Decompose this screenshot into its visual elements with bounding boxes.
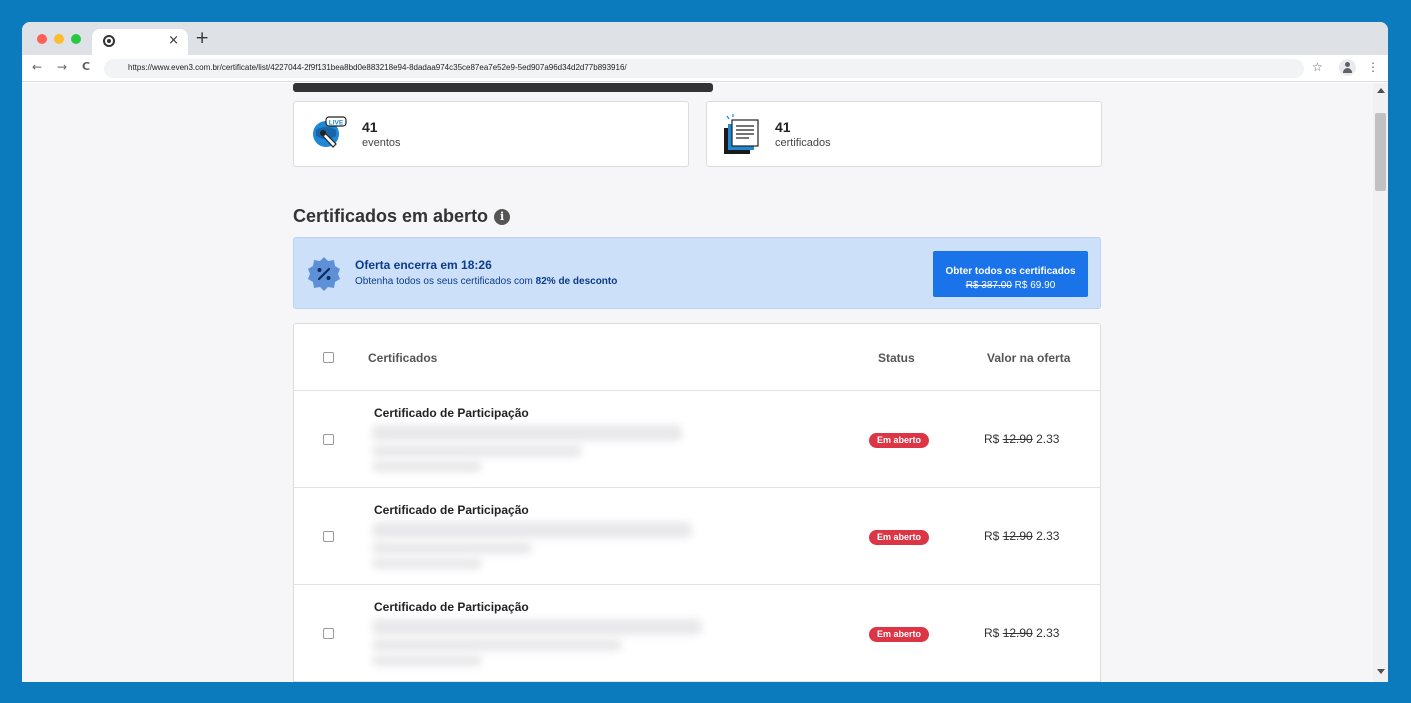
header-certificates: Certificados	[368, 351, 438, 365]
certificates-stat-card: 41 certificados	[706, 101, 1102, 167]
row-checkbox[interactable]	[323, 628, 334, 639]
price-currency: R$	[984, 626, 1000, 640]
new-price: 2.33	[1036, 529, 1060, 543]
redacted-text	[372, 619, 702, 635]
tab-strip: × +	[22, 22, 1388, 55]
offer-banner: Oferta encerra em 18:26 Obtenha todos os…	[293, 237, 1101, 309]
events-label: eventos	[362, 137, 401, 149]
price-currency: R$	[984, 432, 1000, 446]
cut-off-heading	[293, 83, 713, 92]
discount-badge-icon	[308, 257, 340, 291]
cta-label: Obter todos os certificados	[945, 266, 1076, 277]
reload-button[interactable]: C	[82, 60, 90, 73]
old-price: 12.90	[1002, 529, 1033, 543]
offer-price: R$ 12.90 2.33	[984, 626, 1059, 640]
status-badge: Em aberto	[869, 433, 929, 448]
cta-price: R$ 387.00 R$ 69.90	[933, 280, 1088, 291]
new-price: 2.33	[1036, 626, 1060, 640]
offer-subtitle-prefix: Obtenha todos os seus certificados com	[355, 276, 536, 287]
bookmark-star-icon[interactable]: ☆	[1312, 60, 1323, 74]
cta-new-price: R$ 69.90	[1014, 280, 1056, 291]
certificates-table: Certificados Status Valor na oferta Cert…	[293, 323, 1101, 682]
table-row[interactable]: Certificado de Participação Em aberto R$…	[294, 391, 1100, 488]
browser-tab[interactable]: ×	[92, 29, 188, 55]
new-tab-button[interactable]: +	[195, 28, 209, 48]
table-header: Certificados Status Valor na oferta	[294, 324, 1100, 391]
url-text: https://www.even3.com.br/certificate/lis…	[128, 63, 627, 72]
info-icon[interactable]: i	[494, 208, 511, 225]
table-row[interactable]: Certificado de Participação Em aberto R$…	[294, 488, 1100, 585]
offer-subtitle: Obtenha todos os seus certificados com 8…	[355, 276, 617, 287]
events-count: 41	[362, 119, 378, 135]
section-title-text: Certificados em aberto	[293, 206, 489, 226]
redacted-text	[372, 445, 582, 457]
favicon-icon	[103, 35, 115, 47]
back-button[interactable]: ←	[32, 60, 42, 74]
redacted-text	[372, 461, 482, 472]
vertical-scrollbar[interactable]	[1373, 83, 1388, 682]
address-bar[interactable]: https://www.even3.com.br/certificate/lis…	[104, 59, 1304, 78]
redacted-text	[372, 639, 622, 651]
offer-title: Oferta encerra em 18:26	[355, 258, 492, 272]
redacted-text	[372, 425, 682, 441]
certificate-title: Certificado de Participação	[374, 406, 529, 420]
certificate-title: Certificado de Participação	[374, 503, 529, 517]
certificates-count: 41	[775, 119, 791, 135]
offer-price: R$ 12.90 2.33	[984, 529, 1059, 543]
certificates-label: certificados	[775, 137, 831, 149]
browser-menu-icon[interactable]: ⋮	[1367, 60, 1379, 74]
maximize-window-button[interactable]	[71, 34, 81, 44]
redacted-text	[372, 542, 532, 554]
redacted-text	[372, 522, 692, 538]
redacted-text	[372, 655, 482, 666]
scroll-up-arrow-icon[interactable]	[1377, 88, 1385, 93]
header-value: Valor na oferta	[987, 351, 1071, 365]
minimize-window-button[interactable]	[54, 34, 64, 44]
close-window-button[interactable]	[37, 34, 47, 44]
old-price: 12.90	[1002, 626, 1033, 640]
profile-avatar-icon[interactable]	[1339, 59, 1356, 76]
document-stack-icon	[724, 114, 759, 154]
live-globe-icon: LIVE	[313, 116, 347, 148]
tab-close-icon[interactable]: ×	[168, 33, 179, 48]
old-price: 12.90	[1002, 432, 1033, 446]
events-stat-card: LIVE 41 eventos	[293, 101, 689, 167]
header-status: Status	[878, 351, 915, 365]
offer-price: R$ 12.90 2.33	[984, 432, 1059, 446]
offer-discount-text: 82% de desconto	[535, 276, 618, 287]
scroll-down-arrow-icon[interactable]	[1377, 669, 1385, 674]
browser-window: × + ← → C https://www.even3.com.br/certi…	[22, 22, 1388, 682]
certificate-title: Certificado de Participação	[374, 600, 529, 614]
price-currency: R$	[984, 529, 1000, 543]
scrollbar-thumb[interactable]	[1375, 113, 1386, 191]
forward-button[interactable]: →	[57, 60, 67, 74]
section-title: Certificados em aberto i	[293, 206, 511, 227]
row-checkbox[interactable]	[323, 531, 334, 542]
select-all-checkbox[interactable]	[323, 352, 334, 363]
cta-old-price: R$ 387.00	[965, 280, 1012, 291]
table-row[interactable]: Certificado de Participação Em aberto R$…	[294, 585, 1100, 682]
row-checkbox[interactable]	[323, 434, 334, 445]
status-badge: Em aberto	[869, 627, 929, 642]
new-price: 2.33	[1036, 432, 1060, 446]
status-badge: Em aberto	[869, 530, 929, 545]
window-controls	[37, 34, 81, 44]
get-all-certificates-button[interactable]: Obter todos os certificados R$ 387.00 R$…	[933, 251, 1088, 297]
page-viewport: LIVE 41 eventos 41 certificados Certific…	[22, 83, 1388, 682]
svg-text:LIVE: LIVE	[329, 120, 344, 127]
redacted-text	[372, 558, 482, 569]
browser-toolbar: ← → C https://www.even3.com.br/certifica…	[22, 55, 1388, 82]
